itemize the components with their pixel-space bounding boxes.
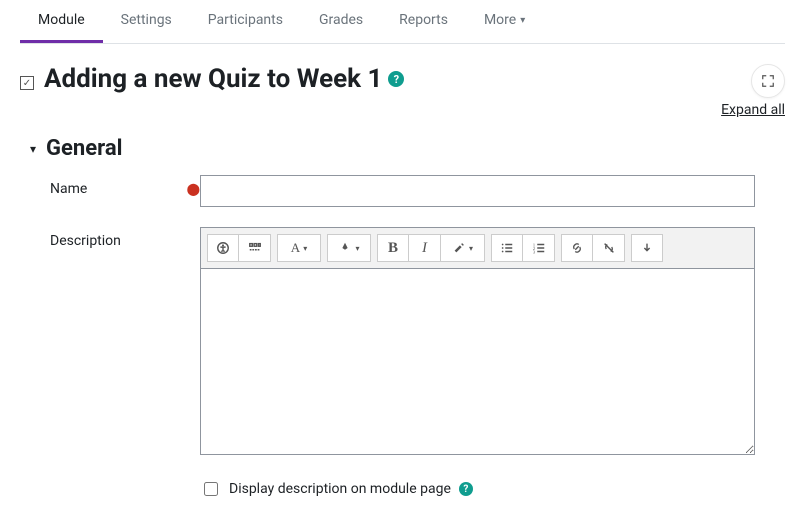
display-description-checkbox[interactable] xyxy=(204,482,218,496)
description-textarea[interactable] xyxy=(201,269,754,454)
chevron-down-icon: ▾ xyxy=(469,244,473,253)
description-editor: A ▾ ▾ B I xyxy=(200,227,755,455)
help-icon[interactable]: ? xyxy=(459,482,473,496)
nav-tabs: Module Settings Participants Grades Repo… xyxy=(20,0,785,44)
chevron-down-icon: ▾ xyxy=(355,244,359,253)
description-label: Description xyxy=(50,233,121,249)
fullscreen-button[interactable] xyxy=(751,64,785,98)
tab-reports[interactable]: Reports xyxy=(381,0,466,43)
accessibility-checker-button[interactable] xyxy=(207,234,239,262)
tab-participants[interactable]: Participants xyxy=(190,0,301,43)
paragraph-style-button[interactable]: A ▾ xyxy=(277,234,321,262)
tab-label: More xyxy=(484,12,516,28)
page-title: Adding a new Quiz to Week 1 ? xyxy=(44,64,404,94)
tab-label: Settings xyxy=(121,12,172,28)
bold-button[interactable]: B xyxy=(377,234,409,262)
highlight-button[interactable]: ▾ xyxy=(327,234,371,262)
name-label: Name xyxy=(50,181,87,197)
page-title-text: Adding a new Quiz to Week 1 xyxy=(44,64,382,94)
name-input[interactable] xyxy=(200,175,755,207)
help-icon[interactable]: ? xyxy=(388,71,404,87)
tab-label: Module xyxy=(38,12,85,28)
toggle-toolbar-button[interactable] xyxy=(239,234,271,262)
ordered-list-button[interactable]: 123 xyxy=(523,234,555,262)
quiz-icon: ✓ xyxy=(20,76,34,90)
unordered-list-button[interactable] xyxy=(491,234,523,262)
required-icon: ⬤ xyxy=(187,182,200,196)
paragraph-letter: A xyxy=(291,240,300,256)
more-format-button[interactable]: ▾ xyxy=(441,234,485,262)
expand-all-link[interactable]: Expand all xyxy=(721,102,785,118)
tab-grades[interactable]: Grades xyxy=(301,0,381,43)
display-description-label: Display description on module page xyxy=(229,481,451,497)
chevron-down-icon: ▾ xyxy=(520,15,525,26)
svg-text:3: 3 xyxy=(532,249,535,254)
italic-button[interactable]: I xyxy=(409,234,441,262)
tab-label: Participants xyxy=(208,12,283,28)
tab-label: Grades xyxy=(319,12,363,28)
link-button[interactable] xyxy=(561,234,593,262)
tab-settings[interactable]: Settings xyxy=(103,0,190,43)
tab-label: Reports xyxy=(399,12,448,28)
more-tools-button[interactable] xyxy=(631,234,663,262)
tab-module[interactable]: Module xyxy=(20,0,103,43)
section-heading: General xyxy=(46,136,122,161)
chevron-down-icon: ▾ xyxy=(30,142,36,156)
chevron-down-icon: ▾ xyxy=(303,244,307,253)
editor-toolbar: A ▾ ▾ B I xyxy=(201,228,754,269)
unlink-button[interactable] xyxy=(593,234,625,262)
section-toggle-general[interactable]: ▾ General xyxy=(30,136,785,161)
tab-more[interactable]: More ▾ xyxy=(466,0,543,43)
